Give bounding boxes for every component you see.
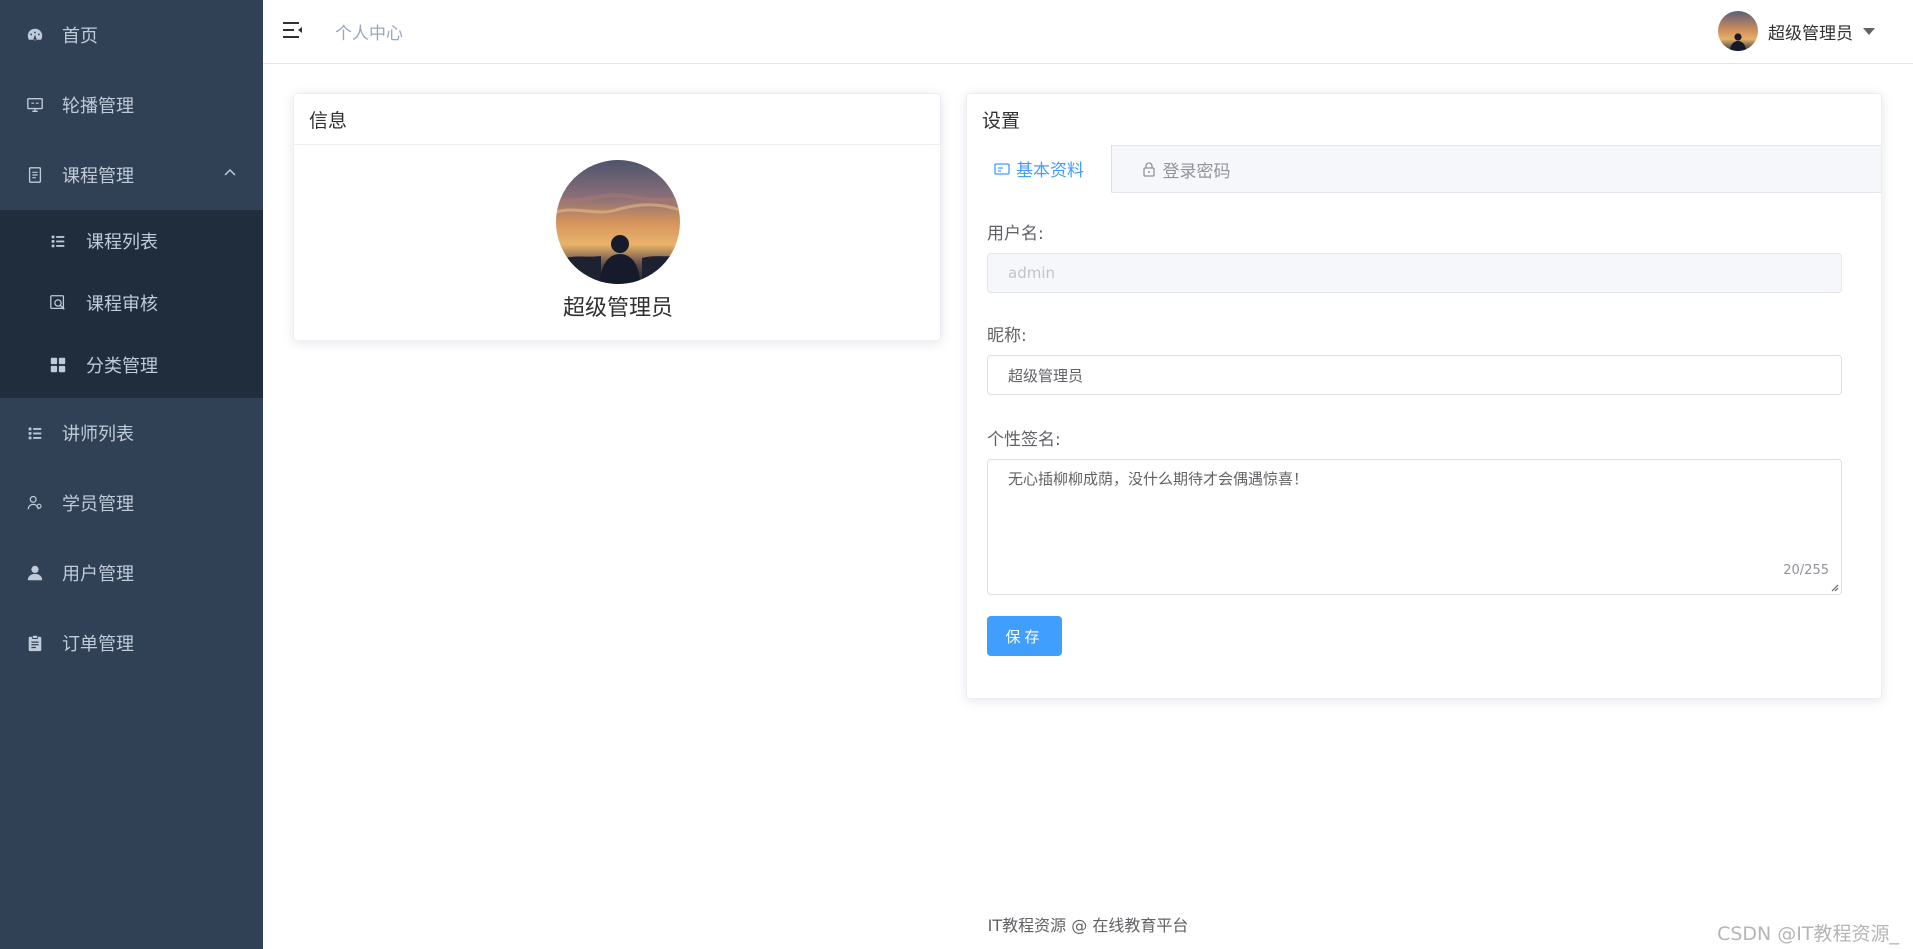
sidebar-item-teachers[interactable]: 讲师列表 [0, 398, 263, 468]
people-icon [24, 492, 46, 514]
sidebar-item-label: 首页 [62, 26, 98, 47]
user-icon [24, 562, 46, 584]
clipboard-icon [24, 632, 46, 654]
sidebar-item-carousel[interactable]: 轮播管理 [0, 70, 263, 140]
breadcrumb: 个人中心 [335, 24, 403, 44]
chevron-up-icon[interactable] [223, 167, 237, 177]
user-dropdown[interactable]: 超级管理员 [1718, 10, 1875, 52]
tab-label: 登录密码 [1162, 161, 1231, 182]
submenu-item-course-list[interactable]: 课程列表 [0, 210, 263, 272]
id-card-icon [994, 162, 1010, 175]
info-card: 信息 超级管理员 [293, 93, 941, 341]
sidebar-item-course[interactable]: 课程管理 [0, 140, 263, 210]
profile-avatar [556, 160, 680, 284]
watermark: CSDN @IT教程资源_ [1717, 923, 1899, 945]
avatar [1718, 11, 1758, 51]
tab-password[interactable]: 登录密码 [1113, 145, 1258, 193]
signature-label: 个性签名: [987, 430, 1061, 450]
tab-basic-info[interactable]: 基本资料 [967, 145, 1112, 193]
sidebar: 首页 轮播管理 课程管理 课程列表 课程审核 分类管理 讲师列表 学员管理 用户… [0, 0, 263, 949]
dashboard-icon [24, 24, 46, 46]
grid-icon [48, 355, 68, 375]
username-value: admin [1008, 264, 1055, 282]
top-header: 个人中心 超级管理员 [263, 0, 1913, 64]
settings-tabs: 基本资料 登录密码 [967, 145, 1881, 193]
submenu-item-label: 分类管理 [86, 356, 158, 377]
nickname-label: 昵称: [987, 326, 1027, 346]
signature-value: 无心插柳柳成荫，没什么期待才会偶遇惊喜！ [1008, 470, 1309, 488]
submenu-item-course-review[interactable]: 课程审核 [0, 272, 263, 334]
submenu-item-label: 课程审核 [86, 294, 158, 315]
caret-down-icon [1863, 27, 1875, 35]
sidebar-item-label: 订单管理 [62, 634, 134, 655]
char-counter: 20/255 [1783, 563, 1829, 578]
footer: IT教程资源 @ 在线教育平台 [987, 916, 1189, 935]
submenu-item-category[interactable]: 分类管理 [0, 334, 263, 396]
list-icon [48, 231, 68, 251]
submenu-item-label: 课程列表 [86, 232, 158, 253]
sidebar-item-label: 轮播管理 [62, 96, 134, 117]
sidebar-item-label: 课程管理 [62, 166, 134, 187]
list-icon [24, 422, 46, 444]
lock-icon [1142, 162, 1155, 177]
resize-handle-icon[interactable] [1829, 582, 1839, 592]
settings-card-title: 设置 [982, 110, 1021, 132]
nickname-field[interactable]: 超级管理员 [987, 355, 1842, 395]
username-label: 用户名: [987, 224, 1044, 244]
settings-card: 设置 基本资料 登录密码 用户名: admin 昵称: 超级管理员 个性签名: … [966, 93, 1882, 699]
sidebar-item-users[interactable]: 用户管理 [0, 538, 263, 608]
course-submenu: 课程列表 课程审核 分类管理 [0, 210, 263, 398]
sidebar-item-label: 用户管理 [62, 564, 134, 585]
sidebar-item-label: 学员管理 [62, 494, 134, 515]
nickname-value: 超级管理员 [1008, 366, 1084, 385]
sidebar-item-home[interactable]: 首页 [0, 0, 263, 70]
info-card-title: 信息 [294, 94, 940, 145]
document-icon [24, 164, 46, 186]
sidebar-item-orders[interactable]: 订单管理 [0, 608, 263, 678]
save-button[interactable]: 保存 [987, 616, 1062, 656]
search-doc-icon [48, 293, 68, 313]
monitor-icon [24, 94, 46, 116]
sidebar-item-students[interactable]: 学员管理 [0, 468, 263, 538]
tab-label: 基本资料 [1016, 161, 1084, 181]
hamburger-icon[interactable] [281, 18, 305, 42]
profile-name: 超级管理员 [562, 296, 673, 321]
sidebar-item-label: 讲师列表 [62, 424, 134, 445]
signature-textarea[interactable]: 无心插柳柳成荫，没什么期待才会偶遇惊喜！ 20/255 [987, 459, 1842, 595]
user-name: 超级管理员 [1768, 23, 1853, 44]
username-field: admin [987, 253, 1842, 293]
